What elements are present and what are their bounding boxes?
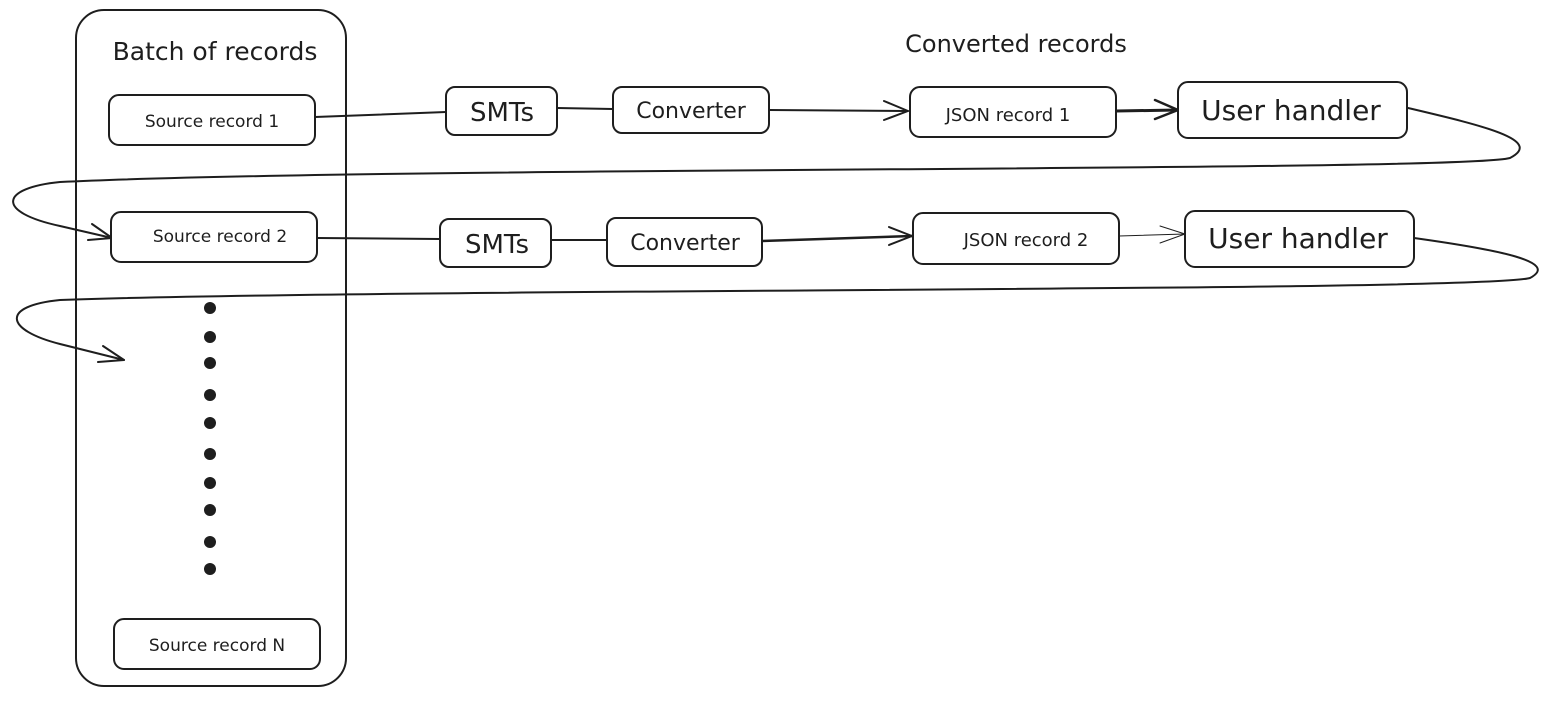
- row1-json-node: JSON record 1: [909, 86, 1117, 138]
- ellipsis-dot: [204, 302, 216, 314]
- row2-user-handler-node: User handler: [1184, 210, 1415, 268]
- source-record-n: Source record N: [113, 618, 321, 670]
- converted-records-title: Converted records: [905, 30, 1127, 58]
- row1-json-label: JSON record 1: [945, 105, 1071, 126]
- diagram-canvas: Batch of records Converted records Sourc…: [0, 0, 1556, 697]
- source-record-1-label: Source record 1: [145, 112, 279, 132]
- source-record-2: Source record 2: [110, 211, 318, 263]
- row1-user-handler-node: User handler: [1177, 81, 1408, 139]
- edge-json1-handler1: [1114, 108, 1180, 113]
- row1-smts-node: SMTs: [445, 86, 558, 136]
- row1-converter-label: Converter: [636, 99, 747, 124]
- source-record-1: Source record 1: [108, 94, 316, 146]
- row1-user-handler-label: User handler: [1201, 94, 1381, 127]
- ellipsis-dot: [204, 448, 216, 460]
- source-record-2-label: Source record 2: [153, 227, 287, 247]
- ellipsis-dot: [204, 389, 216, 401]
- ellipsis-dot: [204, 357, 216, 369]
- row1-converter-node: Converter: [612, 86, 770, 134]
- row2-smts-label: SMTs: [465, 230, 529, 260]
- ellipsis-dot: [204, 563, 216, 575]
- ellipsis-dot: [204, 417, 216, 429]
- row2-converter-node: Converter: [606, 217, 763, 267]
- source-record-n-label: Source record N: [149, 636, 285, 656]
- row1-smts-label: SMTs: [470, 98, 534, 128]
- batch-title: Batch of records: [113, 37, 318, 66]
- edge-source2-smts: [316, 237, 441, 240]
- ellipsis-dot: [204, 477, 216, 489]
- edge-converter-json1: [768, 109, 909, 112]
- edge-json2-handler2: [1118, 233, 1186, 237]
- row2-converter-label: Converter: [630, 231, 741, 256]
- row2-smts-node: SMTs: [439, 218, 552, 268]
- diagram-svg: Batch of records Converted records Sourc…: [12, 9, 1539, 687]
- ellipsis-dot: [204, 536, 216, 548]
- row2-user-handler-label: User handler: [1208, 222, 1388, 255]
- edge-converter-json2: [760, 234, 914, 243]
- ellipsis-dot: [204, 504, 216, 516]
- row2-json-node: JSON record 2: [912, 212, 1120, 265]
- row2-json-label: JSON record 2: [963, 230, 1089, 251]
- ellipsis-dot: [204, 331, 216, 343]
- edge-smts-converter1: [556, 107, 614, 110]
